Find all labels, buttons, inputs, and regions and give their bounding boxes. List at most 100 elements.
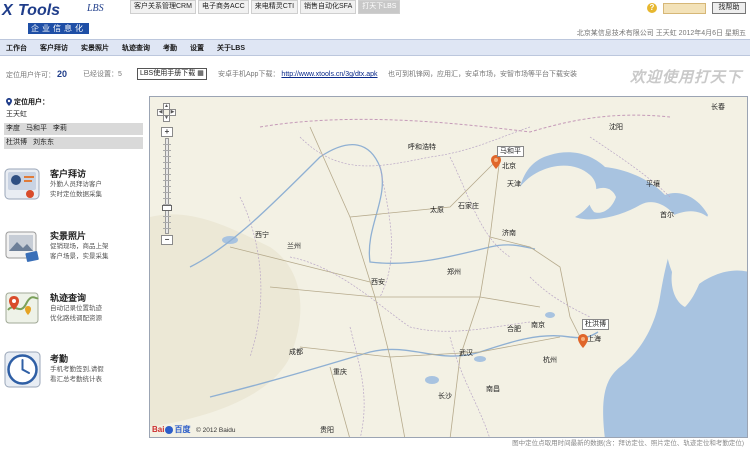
city-label: 西安 — [371, 279, 385, 286]
nav-settings[interactable]: 设置 — [190, 43, 204, 53]
sidebar: 定位用户： 王天虹 李度 马和平 李莉 杜洪博 刘东东 客户拜访 外勤人员拜访客… — [0, 97, 145, 455]
city-label: 武汉 — [459, 350, 473, 357]
baidu-paw-icon — [165, 425, 174, 434]
photo-icon — [5, 231, 39, 262]
manual-download-link[interactable]: LBS使用手册下载 ▦ — [137, 68, 207, 80]
map-navigation-control: ▲ ◀ ▶ ▼ + − — [157, 103, 177, 253]
tab-sfa[interactable]: 销售自动化SFA — [300, 0, 357, 14]
city-label: 贵阳 — [320, 427, 334, 434]
user-row: 杜洪博 刘东东 — [4, 137, 143, 149]
map-copyright: © 2012 Baidu — [196, 427, 236, 434]
feature-photos[interactable]: 实景照片 促销现场，商品上架 客户场景，实景采集 — [4, 228, 145, 276]
nav-attendance[interactable]: 考勤 — [163, 43, 177, 53]
user-li-du[interactable]: 李度 — [6, 125, 20, 132]
city-label: 西宁 — [255, 232, 269, 239]
city-label: 天津 — [507, 181, 521, 188]
feature-title: 实景照片 — [50, 231, 87, 241]
zoom-slider[interactable]: + − — [161, 127, 173, 245]
city-label: 南昌 — [486, 386, 500, 393]
user-wang-tianhong[interactable]: 王天虹 — [6, 111, 27, 118]
city-label: 兰州 — [287, 243, 301, 250]
map-marker-pin-icon[interactable] — [578, 334, 588, 348]
city-label: 北京 — [502, 163, 516, 170]
nav-photos[interactable]: 实景照片 — [81, 43, 109, 53]
city-label: 郑州 — [447, 269, 461, 276]
company-user-date: 北京某信息技术有限公司 王天虹 2012年4月6日 星期五 — [576, 30, 746, 37]
city-label: 太原 — [430, 207, 444, 214]
feature-customer-visit[interactable]: 客户拜访 外勤人员拜访客户 实时定位数据采集 — [4, 166, 145, 214]
city-label: 济南 — [502, 230, 516, 237]
top-header: X Tools LBS 企业信息化 客户关系管理CRM 电子商务ACC 来电精灵… — [0, 0, 750, 34]
user-row: 王天虹 — [4, 109, 143, 121]
xtools-logo[interactable]: X Tools LBS 企业信息化 — [2, 2, 114, 38]
logo-name: Tools — [18, 2, 61, 19]
city-label: 长春 — [711, 104, 725, 111]
pan-control: ▲ ◀ ▶ ▼ — [157, 103, 177, 123]
user-du-hongbo[interactable]: 杜洪博 — [6, 139, 27, 146]
located-users-label: 定位用户： — [14, 99, 49, 106]
app-url-link[interactable]: http://www.xtools.cn/3g/dtx.apk — [281, 71, 377, 78]
zoom-in-button[interactable]: + — [161, 127, 173, 137]
manual-link-label: LBS使用手册下载 — [140, 70, 196, 77]
city-label: 成都 — [289, 349, 303, 356]
product-tabs: 客户关系管理CRM 电子商务ACC 来电精灵CTI 销售自动化SFA 打天下LB… — [130, 0, 402, 14]
feature-title: 轨迹查询 — [50, 293, 87, 303]
tab-lbs[interactable]: 打天下LBS — [358, 0, 401, 14]
city-label: 重庆 — [333, 369, 347, 376]
location-pin-icon — [6, 98, 12, 106]
map-footnote: 图中定位点取用时间最新的数据(含：拜访定位、照片定位、轨迹定位和考勤定位) — [512, 440, 744, 447]
city-label: 长沙 — [438, 393, 452, 400]
pan-down-icon[interactable]: ▼ — [163, 115, 170, 122]
tab-acc[interactable]: 电子商务ACC — [197, 0, 249, 14]
pan-right-icon[interactable]: ▶ — [169, 109, 176, 116]
city-label: 首尔 — [660, 212, 674, 219]
question-circle-icon[interactable]: ? — [647, 3, 657, 13]
tab-crm[interactable]: 客户关系管理CRM — [130, 0, 196, 14]
nav-about[interactable]: 关于LBS — [217, 43, 245, 53]
map-marker-pin-icon[interactable] — [491, 155, 501, 169]
help-area: ? 找帮助 — [647, 2, 746, 14]
info-bar: 定位用户许可： 20 已经设置：5 LBS使用手册下载 ▦ 安卓手机App下载：… — [0, 60, 750, 88]
user-row: 李度 马和平 李莉 — [4, 123, 143, 135]
city-label: 南京 — [531, 322, 545, 329]
city-label: 平壤 — [646, 181, 660, 188]
app-label: 安卓手机App下载： — [218, 71, 280, 78]
marker-label[interactable]: 马和平 — [497, 146, 524, 157]
feature-track[interactable]: 轨迹查询 自动记录位置轨迹 优化路线调配资源 — [4, 290, 145, 338]
marker-label[interactable]: 杜洪博 — [582, 319, 609, 330]
feature-desc: 自动记录位置轨迹 优化路线调配资源 — [50, 305, 102, 322]
app-hint: 也可到机锋网，应用汇，安卓市场，安智市场等平台下载安装 — [388, 71, 577, 78]
main-nav: 工作台 客户拜访 实景照片 轨迹查询 考勤 设置 关于LBS — [0, 39, 750, 56]
zoom-out-button[interactable]: − — [161, 235, 173, 245]
feature-desc: 手机考勤签到,请假 看汇总考勤统计表 — [50, 366, 104, 383]
city-label: 上海 — [587, 336, 601, 343]
located-users-title: 定位用户： — [6, 97, 49, 107]
feature-desc: 外勤人员拜访客户 实时定位数据采集 — [50, 181, 102, 198]
city-label: 合肥 — [507, 326, 521, 333]
feature-attendance[interactable]: 考勤 手机考勤签到,请假 看汇总考勤统计表 — [4, 351, 145, 399]
city-label: 沈阳 — [609, 124, 623, 131]
logo-suffix: LBS — [87, 3, 104, 14]
baidu-map[interactable]: 呼和浩特 北京 天津 太原 石家庄 沈阳 长春 平壤 首尔 西宁 兰州 济南 郑… — [149, 96, 748, 438]
logo-subtitle: 企业信息化 — [28, 23, 89, 34]
city-label: 杭州 — [543, 357, 557, 364]
user-ma-heping[interactable]: 马和平 — [26, 125, 47, 132]
welcome-banner: 欢迎使用打天下 — [629, 69, 742, 86]
baidu-logo: Bai 百度 — [152, 425, 191, 434]
nav-track[interactable]: 轨迹查询 — [122, 43, 150, 53]
help-search-button[interactable]: 找帮助 — [712, 2, 746, 14]
feature-title: 客户拜访 — [50, 169, 87, 179]
feature-desc: 促销现场，商品上架 客户场景，实景采集 — [50, 243, 109, 260]
license-label: 定位用户许可： — [6, 72, 55, 79]
city-label: 石家庄 — [458, 203, 479, 210]
clock-icon — [4, 351, 41, 388]
help-search-input[interactable] — [663, 2, 706, 14]
user-liu-dongdong[interactable]: 刘东东 — [33, 139, 54, 146]
zoom-handle[interactable] — [162, 205, 172, 211]
nav-workbench[interactable]: 工作台 — [6, 43, 27, 53]
user-li-li[interactable]: 李莉 — [53, 125, 67, 132]
feature-title: 考勤 — [50, 354, 69, 364]
tab-cti[interactable]: 来电精灵CTI — [250, 0, 299, 14]
license-count: 20 — [56, 69, 67, 79]
nav-customer-visit[interactable]: 客户拜访 — [40, 43, 68, 53]
